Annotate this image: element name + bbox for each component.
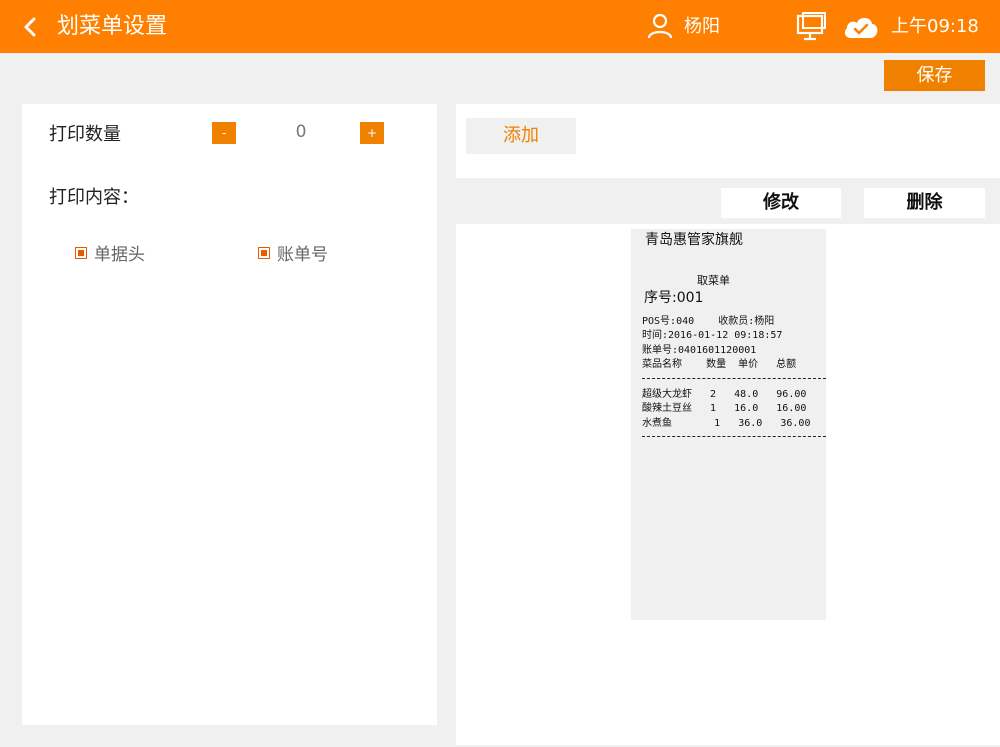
receipt-store-name: 青岛惠管家旗舰 [645,232,743,248]
checkbox-label: 单据头 [94,245,145,265]
receipt-preview[interactable]: 青岛惠管家旗舰 取菜单 序号:001 POS号:040 收款员:杨阳 时间:20… [631,229,826,620]
clock: 上午09:18 [891,16,979,37]
checkbox-bill-number[interactable]: 账单号 [258,240,328,265]
top-bar: 划菜单设置 杨阳 上午09:18 [0,0,1000,53]
page-title: 划菜单设置 [57,14,168,39]
back-icon [18,12,44,42]
save-button[interactable]: 保存 [884,60,985,91]
quantity-increment-button[interactable]: + [360,122,384,144]
checkbox-checked-icon[interactable] [258,246,270,259]
print-quantity-label: 打印数量 [49,124,121,145]
edit-button[interactable]: 修改 [721,188,841,218]
receipt-separator [642,436,826,437]
receipt-sequence: 序号:001 [644,290,704,306]
receipt-pos-line: POS号:040 收款员:杨阳 [642,316,775,327]
receipt-item: 酸辣土豆丝 1 16.0 16.00 [642,403,807,414]
cloud-check-icon[interactable] [842,13,880,41]
checkbox-receipt-header[interactable]: 单据头 [75,240,145,265]
receipt-bill-line: 账单号:0401601120001 [642,345,757,356]
receipt-item: 水煮鱼 1 36.0 36.00 [642,418,811,429]
print-settings-panel: 打印数量 - 0 + 打印内容： 单据头 账单号 [22,104,437,725]
template-toolbar: 添加 [456,104,1000,178]
delete-button[interactable]: 删除 [864,188,985,218]
checkbox-label: 账单号 [277,245,328,265]
user-name: 杨阳 [684,16,720,37]
checkbox-checked-icon[interactable] [75,246,87,259]
quantity-decrement-button[interactable]: - [212,122,236,144]
quantity-value[interactable]: 0 [286,122,316,142]
back-button[interactable] [18,12,44,42]
receipt-separator [642,378,826,379]
receipt-type: 取菜单 [697,274,730,287]
print-content-label: 打印内容： [49,187,139,208]
receipt-time-line: 时间:2016-01-12 09:18:57 [642,330,783,341]
user-icon [646,12,674,40]
add-button[interactable]: 添加 [466,118,576,154]
receipt-item: 超级大龙虾 2 48.0 96.00 [642,389,807,400]
receipt-columns-line: 菜品名称 数量 单价 总额 [642,359,797,370]
monitor-icon[interactable] [795,12,827,42]
